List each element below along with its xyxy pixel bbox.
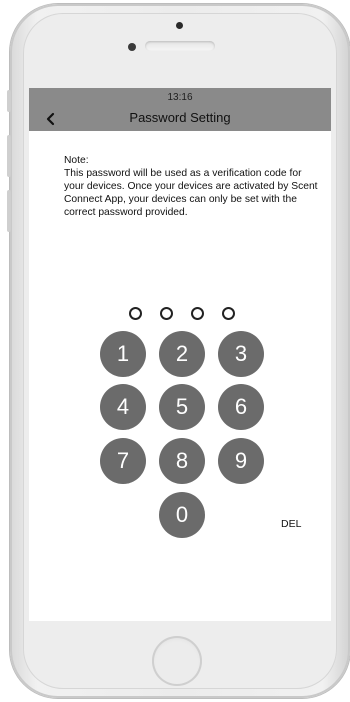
front-sensor [176,22,183,29]
volume-up-button [7,135,11,177]
earpiece-speaker [145,41,215,51]
key-2[interactable]: 2 [159,331,205,377]
app-header: 13:16 Password Setting [29,88,331,131]
note-title: Note: [64,155,89,166]
key-4[interactable]: 4 [100,384,146,430]
note-text: This password will be used as a verifica… [64,168,318,218]
password-indicator [29,307,331,321]
note-section: Note: This password will be used as a ve… [64,154,319,219]
key-3[interactable]: 3 [218,331,264,377]
key-6[interactable]: 6 [218,384,264,430]
delete-button[interactable]: DEL [281,518,301,530]
password-digit-dot [129,307,142,320]
key-5[interactable]: 5 [159,384,205,430]
page-title: Password Setting [129,110,231,125]
password-digit-dot [160,307,173,320]
mute-switch [7,90,11,112]
password-digit-dot [191,307,204,320]
key-7[interactable]: 7 [100,438,146,484]
key-0[interactable]: 0 [159,492,205,538]
password-digit-dot [222,307,235,320]
device-mockup: 13:16 Password Setting Note: This passwo… [0,0,350,702]
key-8[interactable]: 8 [159,438,205,484]
status-time: 13:16 [167,92,193,103]
app-screen: 13:16 Password Setting Note: This passwo… [29,88,331,621]
key-9[interactable]: 9 [218,438,264,484]
key-1[interactable]: 1 [100,331,146,377]
home-button[interactable] [152,636,202,686]
front-camera [128,43,136,51]
volume-down-button [7,190,11,232]
